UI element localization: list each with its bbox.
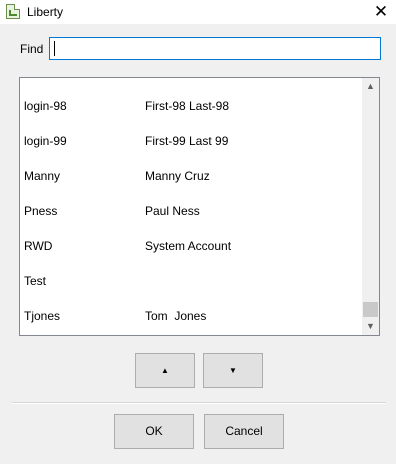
list-item[interactable]: login-98 First-98 Last-98 xyxy=(20,89,360,124)
find-label: Find xyxy=(20,42,44,56)
scroll-down-arrow-icon[interactable]: ▼ xyxy=(362,318,379,335)
text-caret xyxy=(54,41,55,56)
name-cell: First-98 Last-98 xyxy=(145,99,230,113)
ok-button[interactable]: OK xyxy=(114,414,194,449)
name-cell: System Account xyxy=(145,239,232,253)
list-item[interactable]: Tjones Tom Jones xyxy=(20,299,360,334)
login-cell: Tjones xyxy=(24,309,61,323)
window-title: Liberty xyxy=(27,5,64,19)
scrollbar-thumb[interactable] xyxy=(363,302,378,317)
close-icon[interactable]: ✕ xyxy=(366,0,396,24)
list-item[interactable]: login-99 First-99 Last 99 xyxy=(20,124,360,159)
login-cell: Pness xyxy=(24,204,58,218)
scroll-up-arrow-icon[interactable]: ▲ xyxy=(362,78,379,95)
move-down-button[interactable]: ▼ xyxy=(203,353,263,388)
app-icon xyxy=(6,4,20,19)
login-cell: Test xyxy=(24,274,47,288)
title-bar: Liberty ✕ xyxy=(0,0,396,24)
separator xyxy=(12,402,386,404)
login-cell: Manny xyxy=(24,169,61,183)
vertical-scrollbar[interactable]: ▲ ▼ xyxy=(362,78,379,335)
login-cell: RWD xyxy=(24,239,53,253)
find-input[interactable] xyxy=(49,37,381,60)
list-item[interactable]: RWD System Account xyxy=(20,229,360,264)
check-mark xyxy=(9,10,17,16)
cancel-button[interactable]: Cancel xyxy=(204,414,284,449)
list-item[interactable]: Test xyxy=(20,264,360,299)
user-list[interactable]: login-98 First-98 Last-98 login-99 First… xyxy=(19,77,380,336)
login-cell: login-98 xyxy=(24,99,67,113)
name-cell: Manny Cruz xyxy=(145,169,210,183)
name-cell: First-99 Last 99 xyxy=(145,134,229,148)
list-item[interactable]: Pness Paul Ness xyxy=(20,194,360,229)
move-up-button[interactable]: ▲ xyxy=(135,353,195,388)
name-cell: Paul Ness xyxy=(145,204,200,218)
name-cell: Tom Jones xyxy=(145,309,207,323)
list-item[interactable]: Manny Manny Cruz xyxy=(20,159,360,194)
login-cell: login-99 xyxy=(24,134,67,148)
